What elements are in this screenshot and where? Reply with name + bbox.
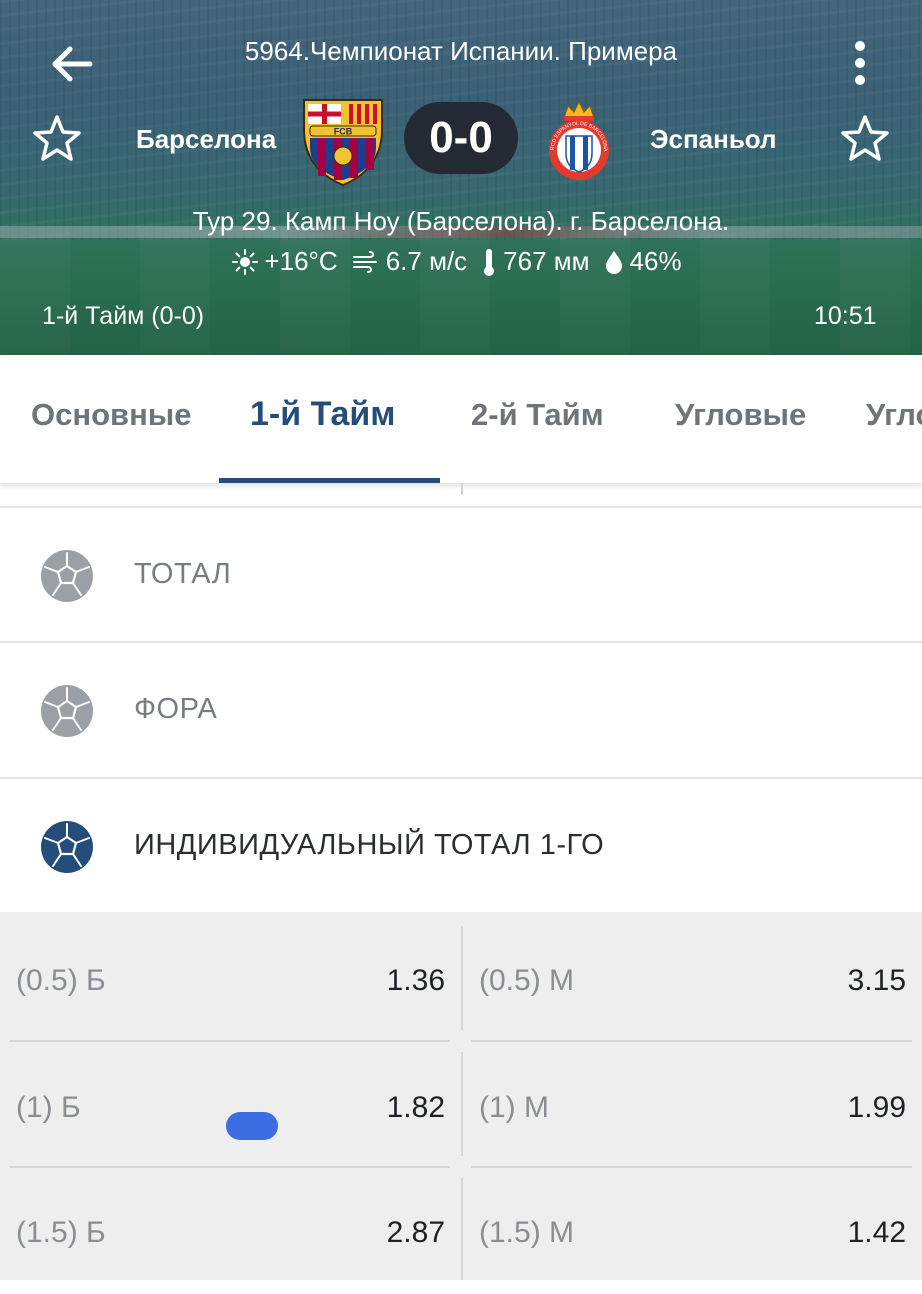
star-outline-icon[interactable]	[838, 112, 892, 166]
odds-label: (1.5) Б	[16, 1216, 106, 1249]
market-group-individual-total[interactable]: ИНДИВИДУАЛЬНЫЙ ТОТАЛ 1-ГО	[0, 777, 922, 913]
more-vert-icon[interactable]	[842, 36, 878, 92]
odds-label: (0.5) Б	[16, 964, 106, 997]
weather-humidity: 46%	[604, 246, 682, 277]
weather-temperature: +16°C	[232, 246, 338, 277]
venue-info: Тур 29. Камп Ноу (Барселона). г. Барсело…	[192, 206, 730, 236]
odds-value: 1.36	[386, 964, 445, 997]
odds-cell-over[interactable]: (1) Б 1.82	[0, 1043, 461, 1169]
divider	[461, 926, 463, 1030]
odds-label: (1) М	[479, 1091, 549, 1124]
odds-value: 1.42	[847, 1216, 906, 1249]
tab-second-half[interactable]: 2-й Тайм	[471, 397, 604, 433]
match-header: 5964.Чемпионат Испании. Примера Барселон…	[0, 0, 922, 355]
divider	[461, 1178, 463, 1280]
soccer-ball-icon	[41, 821, 93, 873]
divider	[471, 1040, 912, 1042]
market-tabs: Основные 1-й Тайм 2-й Тайм Угловые Углов…	[0, 355, 922, 483]
sun-icon	[232, 248, 259, 275]
league-title: 5964.Чемпионат Испании. Примера	[244, 36, 678, 66]
temperature-value: +16°C	[264, 246, 338, 276]
tab-corners[interactable]: Угловые	[675, 397, 806, 433]
wind-icon	[352, 250, 377, 273]
touch-indicator	[226, 1112, 278, 1140]
star-outline-icon[interactable]	[30, 112, 84, 166]
odds-cell-over[interactable]: (0.5) Б 1.36	[0, 916, 461, 1042]
active-tab-indicator	[219, 478, 440, 483]
odds-label: (0.5) М	[479, 964, 575, 997]
divider	[471, 1166, 912, 1168]
odds-label: (1) Б	[16, 1091, 81, 1124]
tab-divider	[461, 483, 463, 495]
odds-value: 1.99	[847, 1091, 906, 1124]
market-group-title: ФОРА	[134, 693, 218, 725]
divider	[10, 1166, 450, 1168]
divider	[10, 1040, 450, 1042]
odds-cell-under[interactable]: (0.5) М 3.15	[463, 916, 922, 1042]
odds-value: 1.82	[386, 1091, 445, 1124]
market-group-handicap[interactable]: ФОРА	[0, 641, 922, 777]
weather-wind: 6.7 м/с	[352, 246, 467, 277]
market-group-title: ИНДИВИДУАЛЬНЫЙ ТОТАЛ 1-ГО	[134, 829, 605, 861]
odds-cell-under[interactable]: (1) М 1.99	[463, 1043, 922, 1169]
home-team-crest: FCB	[303, 99, 383, 187]
odds-grid: (0.5) Б 1.36 (0.5) М 3.15 (1) Б 1.82 (1)…	[0, 912, 922, 1280]
pressure-value: 767 мм	[503, 246, 590, 276]
odds-cell-under[interactable]: (1.5) М 1.42	[463, 1168, 922, 1294]
odds-value: 2.87	[386, 1216, 445, 1249]
drop-icon	[605, 250, 622, 274]
away-team-name: Эспаньол	[650, 124, 777, 154]
home-team-name: Барселона	[136, 124, 277, 154]
market-group-title: ТОТАЛ	[134, 558, 232, 590]
humidity-value: 46%	[629, 246, 682, 276]
odds-cell-over[interactable]: (1.5) Б 2.87	[0, 1168, 461, 1294]
tab-corners-2[interactable]: Угловые	[866, 397, 922, 433]
tab-first-half[interactable]: 1-й Тайм	[250, 395, 395, 434]
weather-pressure: 767 мм	[481, 246, 590, 277]
soccer-ball-icon	[41, 685, 93, 737]
market-group-total[interactable]: ТОТАЛ	[0, 506, 922, 642]
away-team-crest: RCD ESPANYOL DE BARCELONA	[549, 100, 609, 180]
home-crest-text: FCB	[334, 127, 353, 137]
weather-info: +16°C 6.7 м/с 767 мм 46%	[0, 246, 922, 277]
odds-value: 3.15	[847, 964, 906, 997]
odds-label: (1.5) М	[479, 1216, 575, 1249]
match-clock: 10:51	[814, 302, 877, 330]
thermometer-icon	[484, 248, 495, 276]
tab-main[interactable]: Основные	[31, 397, 192, 433]
divider	[461, 1052, 463, 1156]
match-score: 0-0	[404, 102, 518, 174]
wind-value: 6.7 м/с	[385, 246, 468, 276]
soccer-ball-icon	[41, 550, 93, 602]
match-period: 1-й Тайм (0-0)	[42, 302, 205, 330]
